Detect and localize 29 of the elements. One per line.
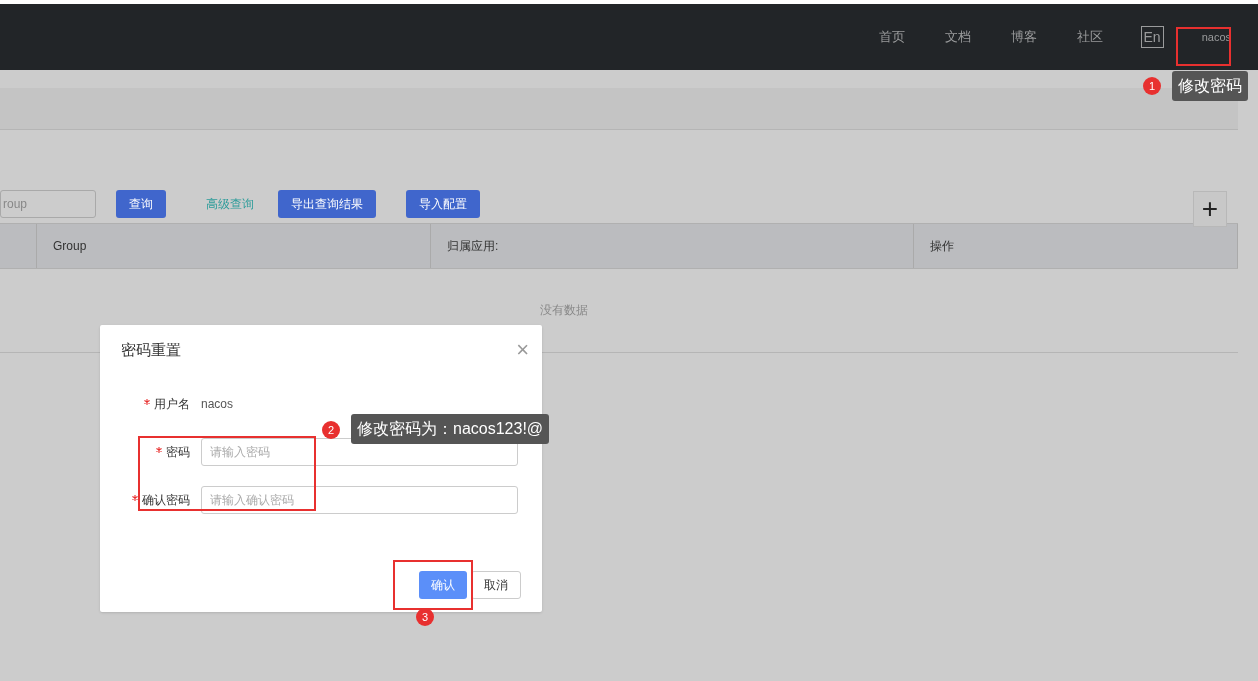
highlight-frame [1176,27,1231,66]
username-value: nacos [201,395,234,413]
password-field[interactable]: 请输入密码 [201,437,518,466]
query-button[interactable]: 查询 [116,190,166,218]
step-badge: 3 [416,608,434,626]
field-label: 密码 [166,443,190,461]
empty-message: 没有数据 [540,302,588,319]
column-header: 归属应用: [447,238,499,255]
column-header: Group [53,238,87,255]
step-badge: 1 [1143,77,1161,95]
cancel-button[interactable]: 取消 [471,571,521,599]
nav-link[interactable]: 首页 [878,27,905,47]
dialog-title: 密码重置 [121,340,181,360]
language-toggle[interactable]: En [1140,26,1164,48]
close-button[interactable]: × [516,340,529,361]
add-button[interactable]: + [1193,191,1227,227]
password-field[interactable]: 请输入确认密码 [201,485,518,514]
annotation-tooltip: 修改密码 [1172,71,1248,101]
nav-link[interactable]: 社区 [1076,27,1103,47]
confirm-button[interactable]: 确认 [419,571,467,599]
search-field[interactable]: roup [0,190,96,218]
column-header: 操作 [930,238,954,255]
nav-link[interactable]: 文档 [944,27,971,47]
annotation-tooltip: 修改密码为：nacos123!@ [351,414,550,444]
import-button[interactable]: 导入配置 [406,190,480,218]
nav-link[interactable]: 博客 [1010,27,1037,47]
field-label: 用户名 [154,395,190,413]
export-button[interactable]: 导出查询结果 [278,190,376,218]
field-label: 确认密码 [142,491,190,509]
